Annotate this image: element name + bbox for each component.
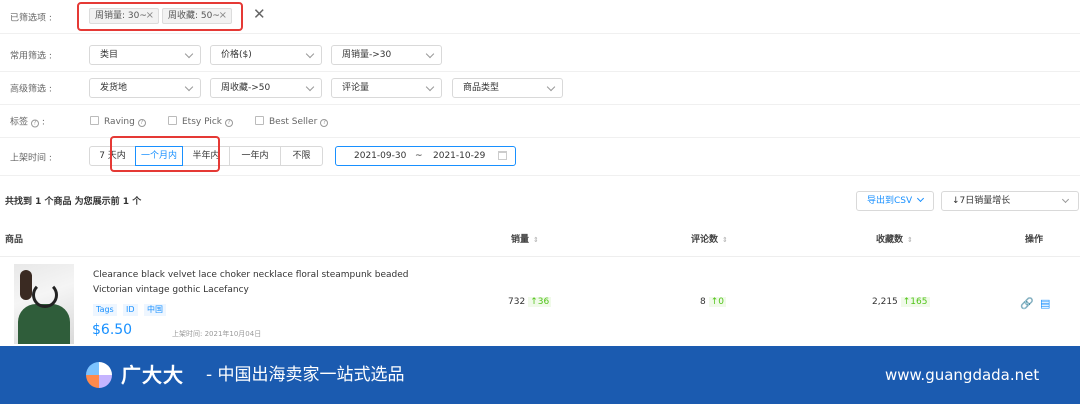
weekly-favorites-select[interactable]: 周收藏->50 xyxy=(210,78,322,98)
header-sales[interactable]: 销量 ⇕ xyxy=(511,232,539,245)
weekly-sales-select[interactable]: 周销量->30 xyxy=(331,45,442,65)
product-title[interactable]: Clearance black velvet lace choker neckl… xyxy=(93,268,433,298)
help-icon[interactable]: ? xyxy=(320,119,329,127)
chevron-down-icon xyxy=(546,82,556,92)
thumbnail-detail xyxy=(20,270,32,300)
tag-option-label: Etsy Pick xyxy=(182,117,222,127)
metric-delta: ↑36 xyxy=(528,297,552,307)
advanced-filters-label: 高级筛选 : xyxy=(10,84,52,94)
site-url[interactable]: www.guangdada.net xyxy=(885,360,1039,390)
chevron-down-icon xyxy=(425,82,435,92)
metric-delta: ↑0 xyxy=(708,297,727,307)
header-product: 商品 xyxy=(5,232,23,245)
help-icon[interactable]: ? xyxy=(137,119,146,127)
close-icon[interactable]: ✕ xyxy=(253,5,266,23)
calendar-icon[interactable] xyxy=(498,151,507,160)
chevron-down-icon xyxy=(184,49,194,59)
checkbox[interactable] xyxy=(90,116,99,125)
product-price: $6.50 xyxy=(92,322,133,338)
price-select[interactable]: 价格($) xyxy=(210,45,322,65)
sales-value: 732 ↑36 xyxy=(508,297,552,307)
sort-icon[interactable]: ⇕ xyxy=(907,236,913,244)
chevron-down-icon xyxy=(305,49,315,59)
help-icon[interactable]: ? xyxy=(31,119,40,127)
header-reviews[interactable]: 评论数 ⇕ xyxy=(691,232,728,245)
export-label: 导出到CSV xyxy=(867,196,913,206)
metric-number: 2,215 xyxy=(872,297,898,307)
select-value: 周销量->30 xyxy=(342,50,392,60)
select-value: 商品类型 xyxy=(463,83,500,93)
date-end[interactable]: 2021-10-29 xyxy=(433,147,485,165)
thumbnail-detail xyxy=(18,304,70,344)
highlight-box-chips xyxy=(77,2,243,31)
detail-icon[interactable]: ▤ xyxy=(1040,297,1050,310)
common-filters-label: 常用筛选 : xyxy=(10,51,52,61)
date-range-picker[interactable]: 2021-09-30 ~ 2021-10-29 xyxy=(335,146,516,166)
metric-number: 8 xyxy=(700,297,706,307)
tag-option-etsy-pick[interactable]: Etsy Pick? xyxy=(168,116,233,128)
logo-icon xyxy=(86,362,112,388)
date-separator: ~ xyxy=(415,151,423,161)
link-icon[interactable]: 🔗 xyxy=(1020,297,1034,310)
header-favorites[interactable]: 收藏数 ⇕ xyxy=(876,232,913,245)
sort-icon[interactable]: ⇕ xyxy=(533,236,539,244)
product-thumbnail[interactable] xyxy=(14,264,74,344)
category-select[interactable]: 类目 xyxy=(89,45,201,65)
tag-option-label: Best Seller xyxy=(269,117,318,127)
header-label: 销量 xyxy=(511,235,530,245)
product-tag[interactable]: Tags xyxy=(93,304,117,316)
choker-shape xyxy=(32,282,58,308)
reviews-value: 8 ↑0 xyxy=(700,297,727,307)
time-option-one-year[interactable]: 一年内 xyxy=(229,146,281,166)
header-divider xyxy=(0,256,1080,257)
select-value: 周收藏->50 xyxy=(221,83,271,93)
help-icon[interactable]: ? xyxy=(224,119,233,127)
header-actions: 操作 xyxy=(1025,232,1043,245)
metric-number: 732 xyxy=(508,297,526,307)
results-summary: 共找到 1 个商品 为您展示前 1 个 xyxy=(5,197,142,207)
checkbox[interactable] xyxy=(168,116,177,125)
product-type-select[interactable]: 商品类型 xyxy=(452,78,563,98)
sort-select[interactable]: ↓7日销量增长 xyxy=(941,191,1079,211)
product-tag[interactable]: 中国 xyxy=(144,304,166,316)
select-value: 类目 xyxy=(100,50,119,60)
header-label: 评论数 xyxy=(691,235,719,245)
tag-option-best-seller[interactable]: Best Seller? xyxy=(255,116,329,128)
time-option-unlimited[interactable]: 不限 xyxy=(280,146,323,166)
select-value: 价格($) xyxy=(221,50,252,60)
sort-icon[interactable]: ⇕ xyxy=(722,236,728,244)
review-count-select[interactable]: 评论量 xyxy=(331,78,442,98)
metric-delta: ↑165 xyxy=(900,297,930,307)
chevron-down-icon xyxy=(916,194,925,203)
sort-value: ↓7日销量增长 xyxy=(952,196,1011,206)
favorites-value: 2,215 ↑165 xyxy=(872,297,930,307)
tag-option-label: Raving xyxy=(104,117,135,127)
date-start[interactable]: 2021-09-30 xyxy=(354,147,406,165)
select-value: 评论量 xyxy=(342,83,370,93)
tag-filters-label: 标签? : xyxy=(10,117,45,127)
tag-filters-row: 标签? : xyxy=(0,104,1080,138)
listing-date: 上架时间: 2021年10月04日 xyxy=(172,330,262,338)
ship-from-select[interactable]: 发货地 xyxy=(89,78,201,98)
header-label: 收藏数 xyxy=(876,235,904,245)
selected-filters-label: 已筛选项 : xyxy=(10,13,52,23)
tag-option-raving[interactable]: Raving? xyxy=(90,116,146,128)
export-csv-button[interactable]: 导出到CSV xyxy=(856,191,934,211)
product-tag[interactable]: ID xyxy=(123,304,138,316)
select-value: 发货地 xyxy=(100,83,128,93)
brand-banner: 广大大 - 中国出海卖家一站式选品 www.guangdada.net xyxy=(0,346,1080,404)
listing-time-label: 上架时间 : xyxy=(10,153,52,163)
chevron-down-icon xyxy=(184,82,194,92)
header-label: 商品 xyxy=(5,235,24,245)
chevron-down-icon xyxy=(305,82,315,92)
brand-slogan: - 中国出海卖家一站式选品 xyxy=(206,365,405,385)
chevron-down-icon xyxy=(1061,195,1070,204)
brand-name: 广大大 xyxy=(121,363,184,387)
header-label: 操作 xyxy=(1025,235,1044,245)
checkbox[interactable] xyxy=(255,116,264,125)
highlight-box-time xyxy=(110,136,220,172)
chevron-down-icon xyxy=(425,49,435,59)
tag-label-text: 标签 xyxy=(10,117,29,127)
